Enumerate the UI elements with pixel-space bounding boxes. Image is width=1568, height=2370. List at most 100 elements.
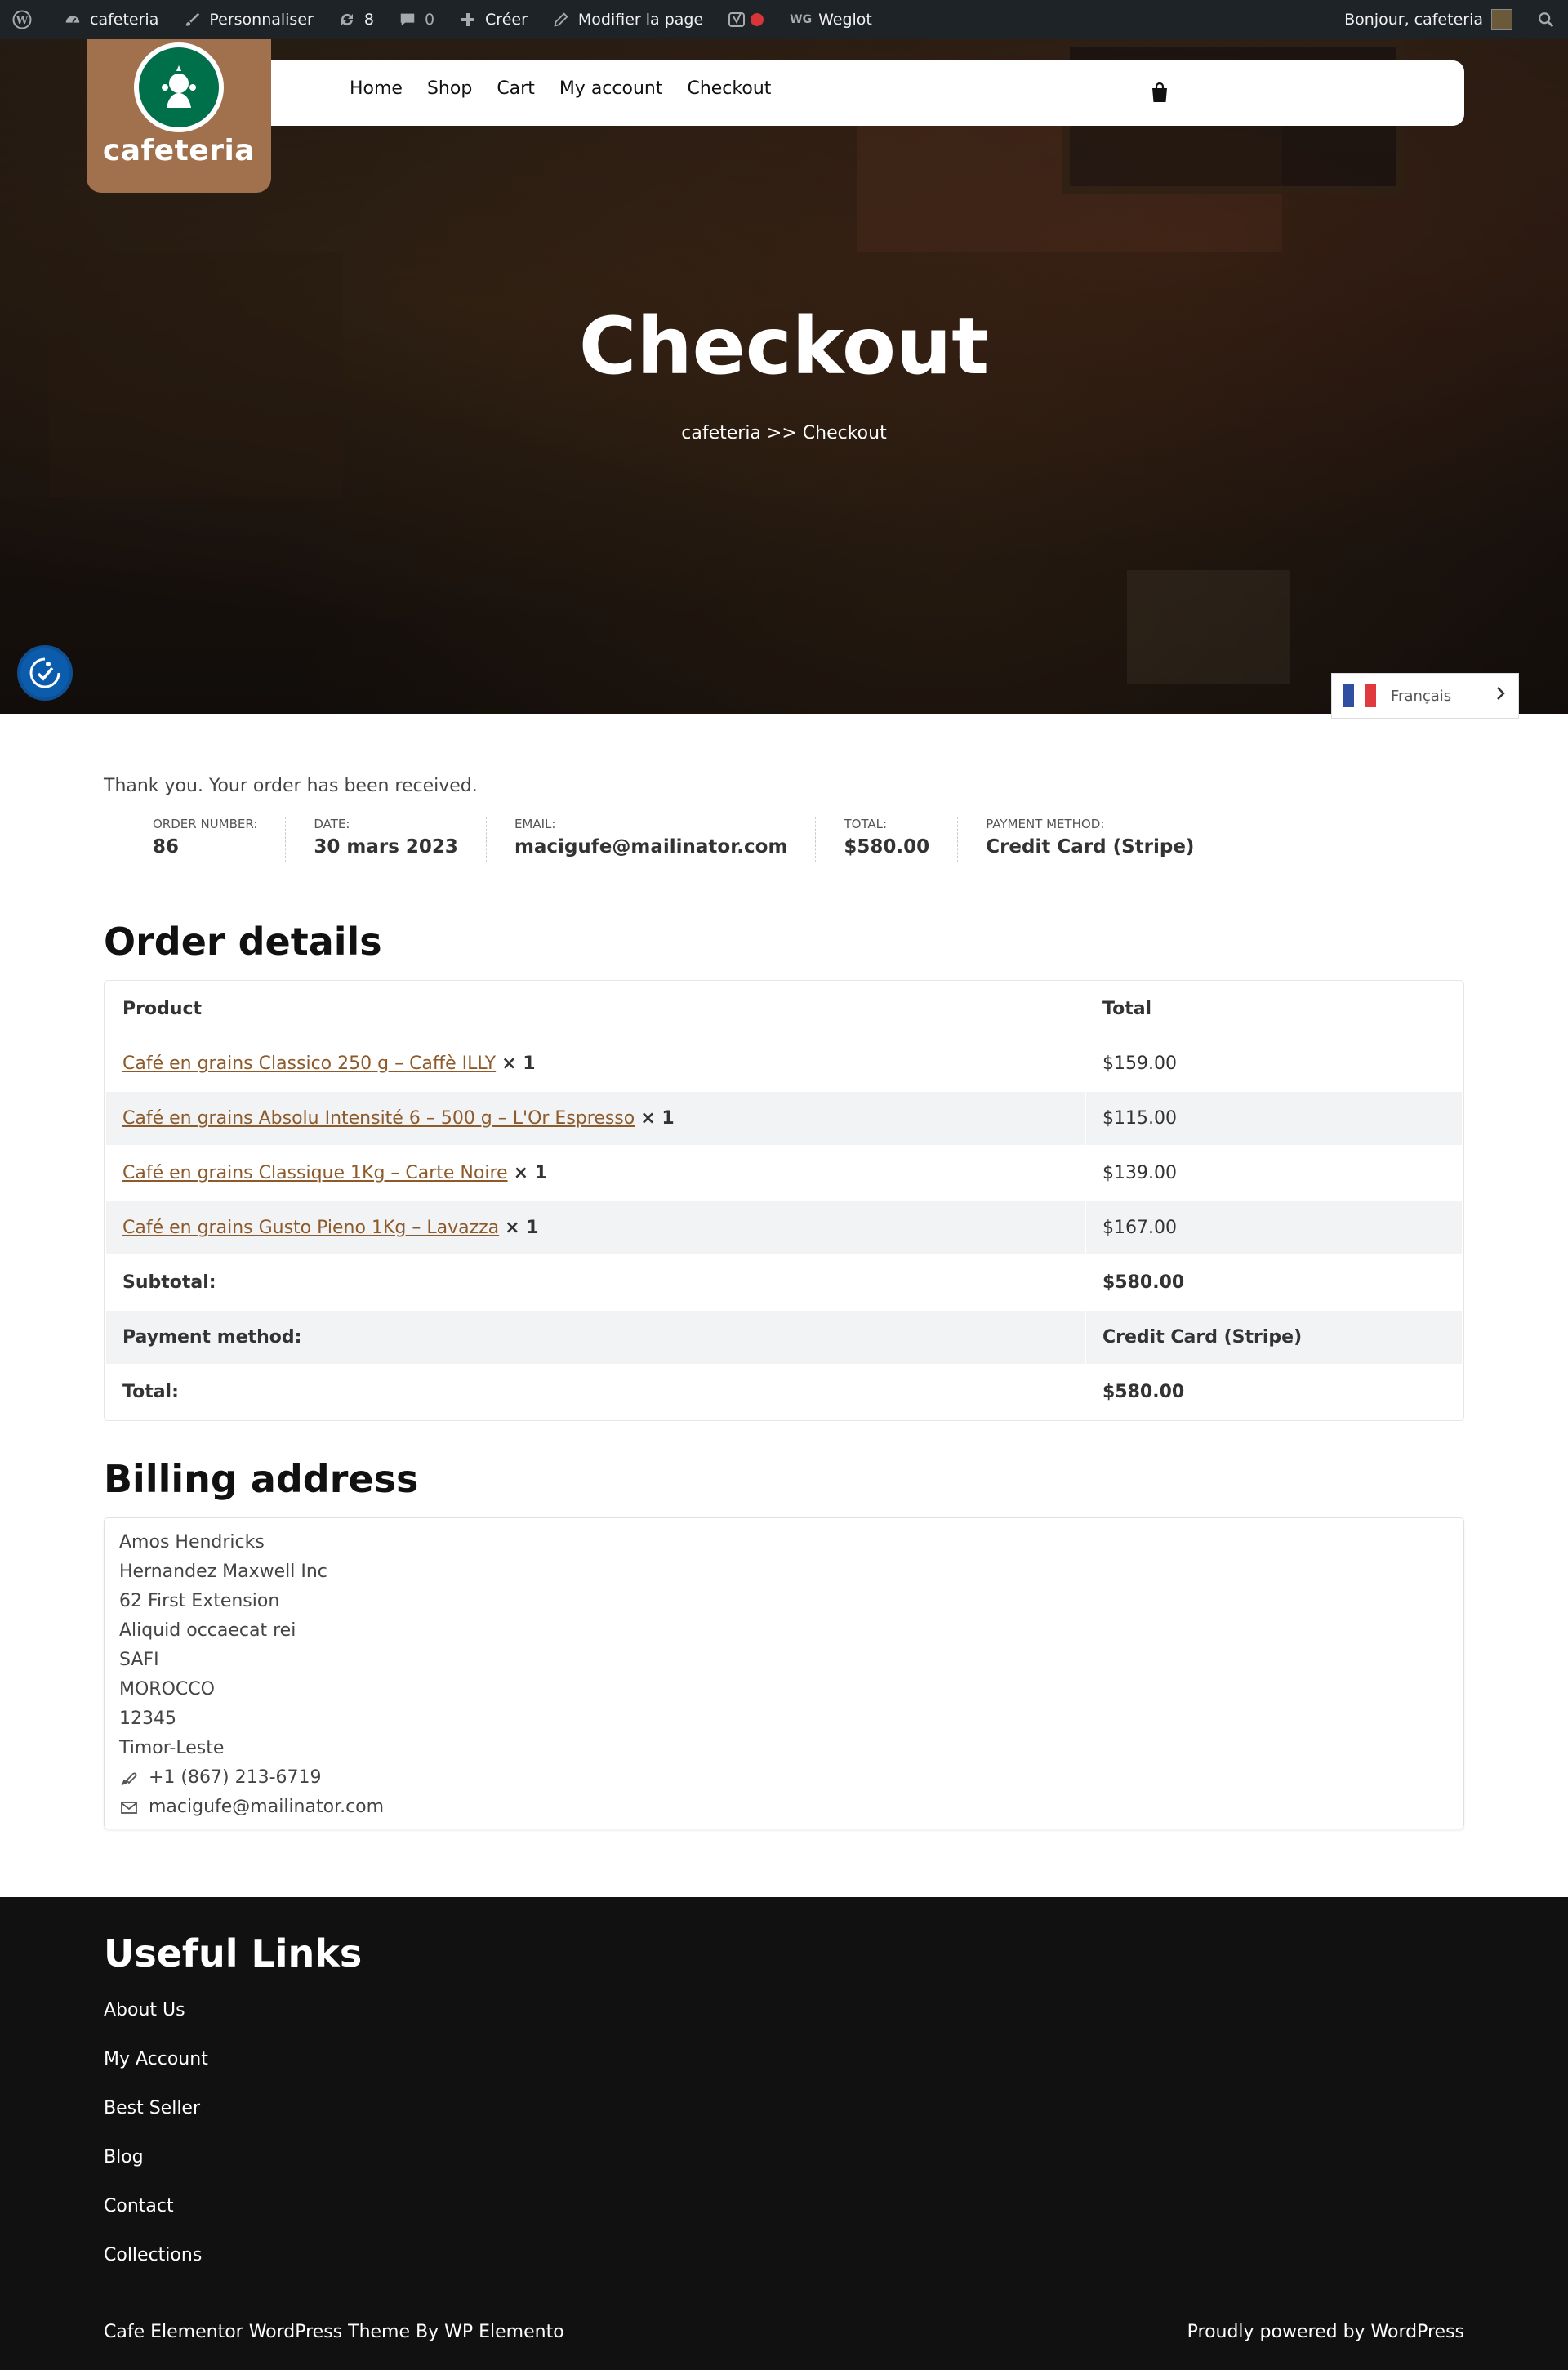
updates-icon [336,9,358,30]
new-content-button[interactable]: Créer [446,0,539,39]
weglot-label: Weglot [818,11,872,29]
yoast-button[interactable] [715,0,778,39]
footer-link-about-us[interactable]: About Us [104,2000,185,2020]
wordpress-logo-button[interactable]: W [0,0,51,39]
total-row: Total: $580.00 [106,1365,1462,1419]
accessibility-button[interactable] [17,645,73,701]
footer-link-collections[interactable]: Collections [104,2245,202,2265]
order-details-heading: Order details [104,920,382,964]
product-quantity: × 1 [501,1054,536,1074]
address-line: MOROCCO [119,1679,215,1700]
address-line: 12345 [119,1708,176,1729]
chevron-right-icon [1495,685,1507,706]
footer-link-best-seller[interactable]: Best Seller [104,2098,200,2118]
pencil-icon [550,9,572,30]
order-received-message: Thank you. Your order has been received. [104,776,478,796]
product-link[interactable]: Café en grains Classico 250 g – Caffè IL… [122,1054,496,1074]
shopping-bag-icon[interactable] [1150,82,1169,103]
product-link[interactable]: Café en grains Classique 1Kg – Carte Noi… [122,1163,508,1183]
footer-link-my-account[interactable]: My Account [104,2049,208,2069]
overview-value: macigufe@mailinator.com [514,836,788,858]
accessibility-icon [29,657,60,688]
admin-search-button[interactable] [1524,0,1568,39]
payment-method-row: Payment method: Credit Card (Stripe) [106,1311,1462,1364]
customize-button[interactable]: Personnaliser [170,0,325,39]
logo-text: cafeteria [102,134,256,167]
edit-page-label: Modifier la page [577,11,704,29]
order-total: Total: $580.00 [844,817,959,862]
product-link[interactable]: Café en grains Gusto Pieno 1Kg – Lavazza [122,1218,499,1238]
table-row: Café en grains Classique 1Kg – Carte Noi… [106,1147,1462,1200]
total-value: $580.00 [1102,1382,1185,1402]
comments-button[interactable]: 0 [385,0,446,39]
billing-address-heading: Billing address [104,1457,419,1501]
france-flag-icon [1343,684,1376,707]
theme-credit[interactable]: Cafe Elementor WordPress Theme By WP Ele… [104,2322,564,2342]
weglot-button[interactable]: WG Weglot [778,0,884,39]
overview-value: $580.00 [844,836,930,858]
brush-icon [181,9,203,30]
updates-count: 8 [363,11,374,29]
logo-emblem [134,42,224,132]
plus-icon [457,9,479,30]
subtotal-row: Subtotal: $580.00 [106,1256,1462,1309]
order-date: Date: 30 mars 2023 [314,817,487,862]
nav-shop[interactable]: Shop [427,78,472,99]
overview-label: Date: [314,817,350,831]
email-value: macigufe@mailinator.com [149,1797,385,1817]
footer-heading: Useful Links [104,1931,363,1976]
payment-method-value: Credit Card (Stripe) [1086,1311,1462,1364]
comment-icon [397,9,418,30]
order-payment-method: Payment method: Credit Card (Stripe) [986,817,1222,862]
product-cell: Café en grains Classique 1Kg – Carte Noi… [106,1147,1085,1200]
phone-icon [121,1772,137,1786]
language-switcher[interactable]: Français [1331,673,1519,719]
weglot-icon: WG [790,13,813,26]
product-cell: Café en grains Absolu Intensité 6 – 500 … [106,1092,1085,1145]
table-row: Café en grains Gusto Pieno 1Kg – Lavazza… [106,1201,1462,1254]
product-link[interactable]: Café en grains Absolu Intensité 6 – 500 … [122,1108,635,1129]
svg-text:W: W [16,15,29,27]
overview-label: Payment method: [986,817,1105,831]
breadcrumb[interactable]: cafeteria >> Checkout [0,423,1568,443]
table-row: Café en grains Classico 250 g – Caffè IL… [106,1037,1462,1090]
order-details-table: Product Total Café en grains Classico 25… [104,980,1464,1421]
wordpress-credit[interactable]: Proudly powered by WordPress [1187,2322,1464,2342]
page-title: Checkout [578,301,990,392]
nav-home[interactable]: Home [350,78,403,99]
address-line: Hernandez Maxwell Inc [119,1561,327,1582]
address-line: Aliquid occaecat rei [119,1620,296,1641]
product-total: $115.00 [1086,1092,1462,1145]
comments-count: 0 [424,11,435,29]
product-total: $159.00 [1102,1054,1177,1074]
order-overview: Order number: 86 Date: 30 mars 2023 Emai… [153,817,1250,862]
payment-method-label: Payment method: [106,1311,1085,1364]
site-logo[interactable]: cafeteria [87,39,271,193]
billing-phone: +1 (867) 213-6719 [119,1763,1449,1793]
site-name-button[interactable]: cafeteria [51,0,170,39]
overview-value: 86 [153,836,180,858]
site-footer: Useful Links About Us My Account Best Se… [0,1897,1568,2370]
nav-checkout[interactable]: Checkout [687,78,771,99]
updates-button[interactable]: 8 [325,0,385,39]
nav-cart[interactable]: Cart [497,78,535,99]
address-line: Timor-Leste [119,1738,225,1758]
customize-label: Personnaliser [209,11,314,29]
phone-value: +1 (867) 213-6719 [149,1767,322,1788]
footer-links: About Us My Account Best Seller Blog Con… [104,2000,208,2294]
table-row: Café en grains Absolu Intensité 6 – 500 … [106,1092,1462,1145]
overview-label: Order number: [153,817,258,831]
header-bar [87,60,1464,126]
product-total: $139.00 [1102,1163,1177,1183]
footer-link-blog[interactable]: Blog [104,2147,144,2167]
edit-page-button[interactable]: Modifier la page [539,0,715,39]
footer-link-contact[interactable]: Contact [104,2196,174,2216]
account-menu[interactable]: Bonjour, cafeteria [1333,0,1524,39]
siren-icon [139,47,219,127]
product-quantity: × 1 [513,1163,547,1183]
greeting-label: Bonjour, cafeteria [1344,11,1483,29]
site-name-label: cafeteria [90,11,159,29]
nav-my-account[interactable]: My account [559,78,663,99]
subtotal-label: Subtotal: [122,1272,216,1293]
product-total: $167.00 [1086,1201,1462,1254]
